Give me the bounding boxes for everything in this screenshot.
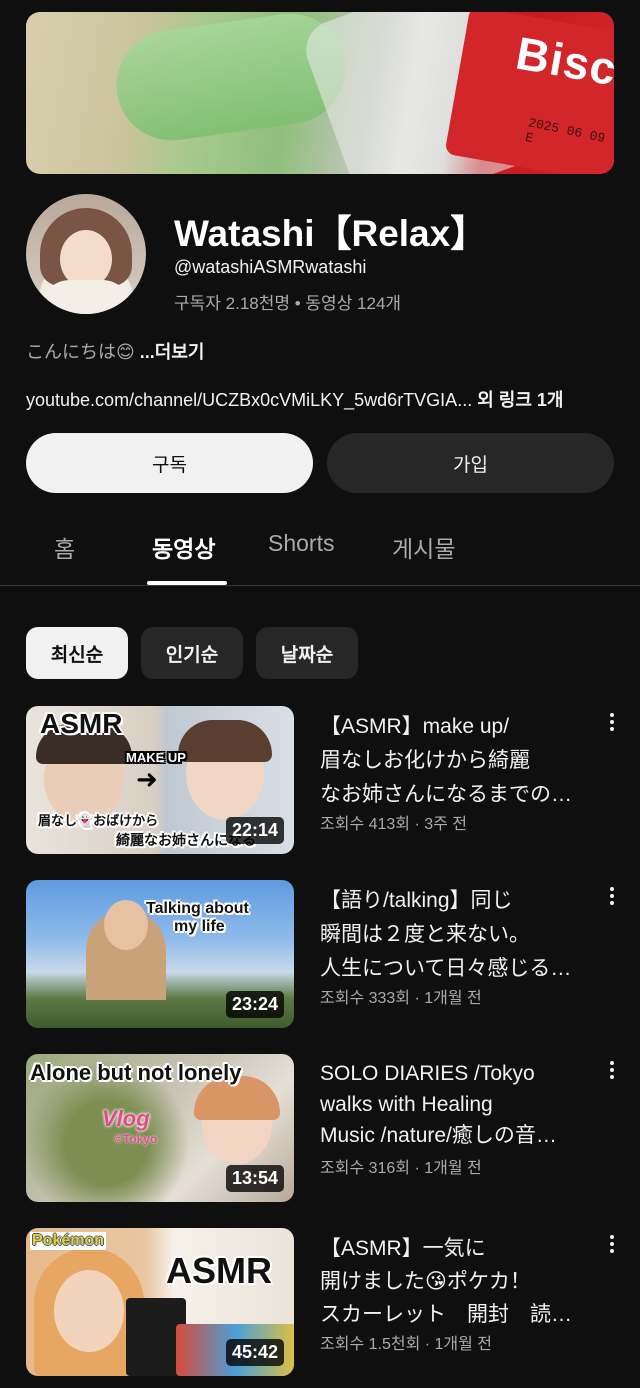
join-button[interactable]: 가입 [327,433,614,493]
tab-videos[interactable]: 동영상 [152,530,215,564]
channel-link-url[interactable]: youtube.com/channel/UCZBx0cVMiLKY_5wd6rT… [26,390,472,410]
video-title[interactable]: 【ASMR】一気に 開けました😘ポケカ！ スカーレット 開封 読… [320,1232,590,1331]
more-options-icon[interactable] [605,710,619,738]
thumb-overlay-alone: Alone but not lonely [30,1060,242,1085]
sort-chip-popular[interactable]: 인기순 [141,627,243,679]
thumb-overlay-vlog: Vlog [102,1106,150,1131]
thumb-overlay-makeup: MAKE UP [126,750,186,765]
video-thumbnail[interactable]: Pokémon ASMR 45:42 [26,1228,294,1376]
tab-posts[interactable]: 게시물 [392,530,455,564]
channel-banner: Bisc 2025 06 09 E [26,12,614,174]
video-meta: 조회수 1.5천회 · 1개월 전 [320,1336,493,1353]
video-item[interactable]: Alone but not lonely Vlog ©Tokyo 13:54 S… [0,1054,640,1202]
video-meta: 조회수 413회 · 3주 전 [320,816,468,833]
thumb-overlay-asmr: ASMR [166,1250,272,1291]
video-duration: 22:14 [225,817,284,844]
sort-chip-date[interactable]: 날짜순 [256,627,358,679]
thumb-overlay-pokemon: Pokémon [30,1232,107,1250]
extra-links-label[interactable]: 외 링크 1개 [472,390,563,410]
thumb-overlay-talking: Talking about [146,900,249,917]
video-item[interactable]: Pokémon ASMR 45:42 【ASMR】一気に 開けました😘ポケカ！ … [0,1228,640,1376]
thumb-overlay-mylife: my life [174,918,225,935]
channel-handle: @watashiASMRwatashi [174,257,367,277]
video-duration: 13:54 [225,1165,284,1192]
sort-chip-latest[interactable]: 최신순 [26,627,128,679]
thumb-overlay-text1: 眉なし👻おばけから [38,813,159,828]
more-link[interactable]: ...더보기 [135,342,205,362]
video-duration: 45:42 [225,1339,284,1366]
description-text: こんにちは😊 [26,342,135,362]
channel-tabs: 홈 동영상 Shorts 게시물 [0,520,640,586]
video-title[interactable]: SOLO DIARIES /Tokyo walks with Healing M… [320,1058,590,1151]
channel-avatar[interactable] [26,194,146,314]
arrow-right-icon: ➜ [136,764,158,794]
video-thumbnail[interactable]: ASMR MAKE UP ➜ 眉なし👻おばけから 綺麗なお姉さんになる 22:1… [26,706,294,854]
video-meta: 조회수 333회 · 1개월 전 [320,990,482,1007]
video-meta: 조회수 316회 · 1개월 전 [320,1160,482,1177]
more-options-icon[interactable] [605,884,619,912]
channel-description[interactable]: こんにちは😊 ...더보기 [26,338,204,364]
thumb-overlay-asmr: ASMR [40,708,123,739]
active-tab-indicator [147,581,227,585]
video-item[interactable]: Talking about my life 23:24 【語り/talking】… [0,880,640,1028]
more-options-icon[interactable] [605,1058,619,1086]
video-thumbnail[interactable]: Alone but not lonely Vlog ©Tokyo 13:54 [26,1054,294,1202]
tab-shorts[interactable]: Shorts [268,530,334,557]
video-title[interactable]: 【語り/talking】同じ 瞬間は２度と来ない。 人生について日々感じる… [320,884,590,986]
video-item[interactable]: ASMR MAKE UP ➜ 眉なし👻おばけから 綺麗なお姉さんになる 22:1… [0,706,640,854]
channel-links[interactable]: youtube.com/channel/UCZBx0cVMiLKY_5wd6rT… [26,386,563,412]
more-options-icon[interactable] [605,1232,619,1260]
video-title[interactable]: 【ASMR】make up/ 眉なしお化けから綺麗 なお姉さんになるまでの… [320,710,590,812]
thumb-overlay-tokyo: ©Tokyo [114,1132,158,1146]
tab-home[interactable]: 홈 [54,530,75,564]
subscribe-button[interactable]: 구독 [26,433,313,493]
video-duration: 23:24 [225,991,284,1018]
channel-stats: 구독자 2.18천명 • 동영상 124개 [174,294,402,313]
video-thumbnail[interactable]: Talking about my life 23:24 [26,880,294,1028]
channel-title: Watashi【Relax】 [174,213,488,254]
